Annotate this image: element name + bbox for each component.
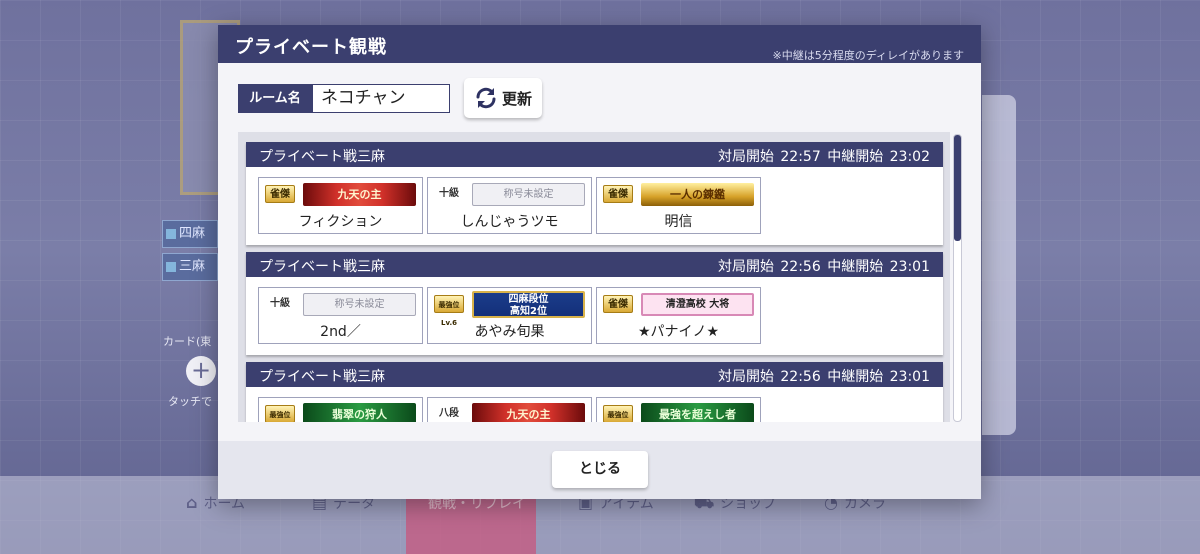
room-name-label: ルーム名 [238,84,312,113]
player-name: あやみ旬果 [474,324,545,340]
match-card[interactable]: プライベート戦三麻 対局開始 22:56 中継開始 23:01 十級 称号未設定… [246,252,943,355]
side-tab-sanma[interactable]: 三麻 [162,253,218,281]
rank-badge: 雀傑 [603,185,633,203]
title-badge: 称号未設定 [303,293,416,316]
rank-badge: 十級 [270,298,290,309]
tab-marker-icon [166,229,176,239]
title-badge: 九天の主 [303,183,416,206]
match-header: プライベート戦三麻 対局開始 22:56 中継開始 23:01 [246,362,943,387]
player-card: 八段 九天の主 [427,397,592,422]
player-card: 最強位Lv.4 翡翠の狩人 [258,397,423,422]
list-scrollbar[interactable] [953,134,962,422]
player-card: 十級 称号未設定 2nd／ [258,287,423,344]
dialog-title: プライベート観戦 [235,37,387,58]
title-badge: 一人の錬鑑 [641,183,754,206]
rank-badge: 最強位Lv.6 [434,295,464,327]
rank-badge: 雀傑 [603,295,633,313]
player-name: 2nd／ [320,324,361,340]
title-badge: 称号未設定 [472,183,585,206]
match-times: 対局開始 22:57 中継開始 23:02 [717,149,930,165]
refresh-label: 更新 [501,89,532,108]
scroll-thumb[interactable] [954,135,961,241]
title-line-1: 四麻段位 [508,294,549,305]
side-tab-yonma[interactable]: 四麻 [162,220,218,248]
rank-badge: 最強位Lv.4 [265,405,295,422]
match-card[interactable]: プライベート戦三麻 対局開始 22:56 中継開始 23:01 最強位Lv.4 … [246,362,943,422]
title-badge: 九天の主 [472,403,585,422]
player-card: 雀傑 清澄高校 大将 ★パナイノ★ [596,287,761,344]
rank-badge: 八段 [439,408,459,419]
tab-marker-icon [166,262,176,272]
player-card: 最強位Lv.6 四麻段位 高知2位 あやみ旬果 [427,287,592,344]
player-name: フィクション [298,214,383,230]
player-card: 雀傑 九天の主 フィクション [258,177,423,234]
private-spectate-dialog: プライベート観戦 ※中継は5分程度のディレイがあります ルーム名 ネコチャン 更… [218,25,981,499]
match-title: プライベート戦三麻 [259,149,385,165]
title-line-2: 高知2位 [510,306,547,317]
rank-badge: 最強位Lv.2 [603,405,633,422]
player-name: しんじゃうツモ [460,214,559,230]
refresh-button[interactable]: 更新 [464,78,542,118]
add-icon[interactable]: + [186,356,216,386]
match-times: 対局開始 22:56 中継開始 23:01 [717,369,930,385]
dialog-header: プライベート観戦 ※中継は5分程度のディレイがあります [218,25,981,63]
title-badge: 翡翠の狩人 [303,403,416,422]
player-name: ★パナイノ★ [637,324,720,340]
player-name: 明信 [664,214,693,230]
player-card: 十級 称号未設定 しんじゃうツモ [427,177,592,234]
match-times: 対局開始 22:56 中継開始 23:01 [717,259,930,275]
match-card[interactable]: プライベート戦三麻 対局開始 22:57 中継開始 23:02 雀傑 九天の主 … [246,142,943,245]
title-badge: 清澄高校 大将 [641,293,754,316]
right-panel [982,95,1016,435]
rank-badge: 雀傑 [265,185,295,203]
title-badge: 最強を超えし者 [641,403,754,422]
close-button[interactable]: とじる [552,451,648,488]
card-label: カード(東 [163,335,212,348]
touch-hint: タッチで [168,395,212,408]
room-name-input[interactable]: ネコチャン [312,84,450,113]
match-header: プライベート戦三麻 対局開始 22:57 中継開始 23:02 [246,142,943,167]
title-badge: 四麻段位 高知2位 [472,291,585,318]
player-card: 雀傑 一人の錬鑑 明信 [596,177,761,234]
match-title: プライベート戦三麻 [259,259,385,275]
delay-note: ※中継は5分程度のディレイがあります [772,49,964,62]
match-title: プライベート戦三麻 [259,369,385,385]
match-list[interactable]: プライベート戦三麻 対局開始 22:57 中継開始 23:02 雀傑 九天の主 … [238,132,950,422]
home-icon: ⌂ [186,493,198,512]
refresh-icon [476,87,496,109]
match-header: プライベート戦三麻 対局開始 22:56 中継開始 23:01 [246,252,943,277]
player-card: 最強位Lv.2 最強を超えし者 [596,397,761,422]
rank-badge: 十級 [439,188,459,199]
